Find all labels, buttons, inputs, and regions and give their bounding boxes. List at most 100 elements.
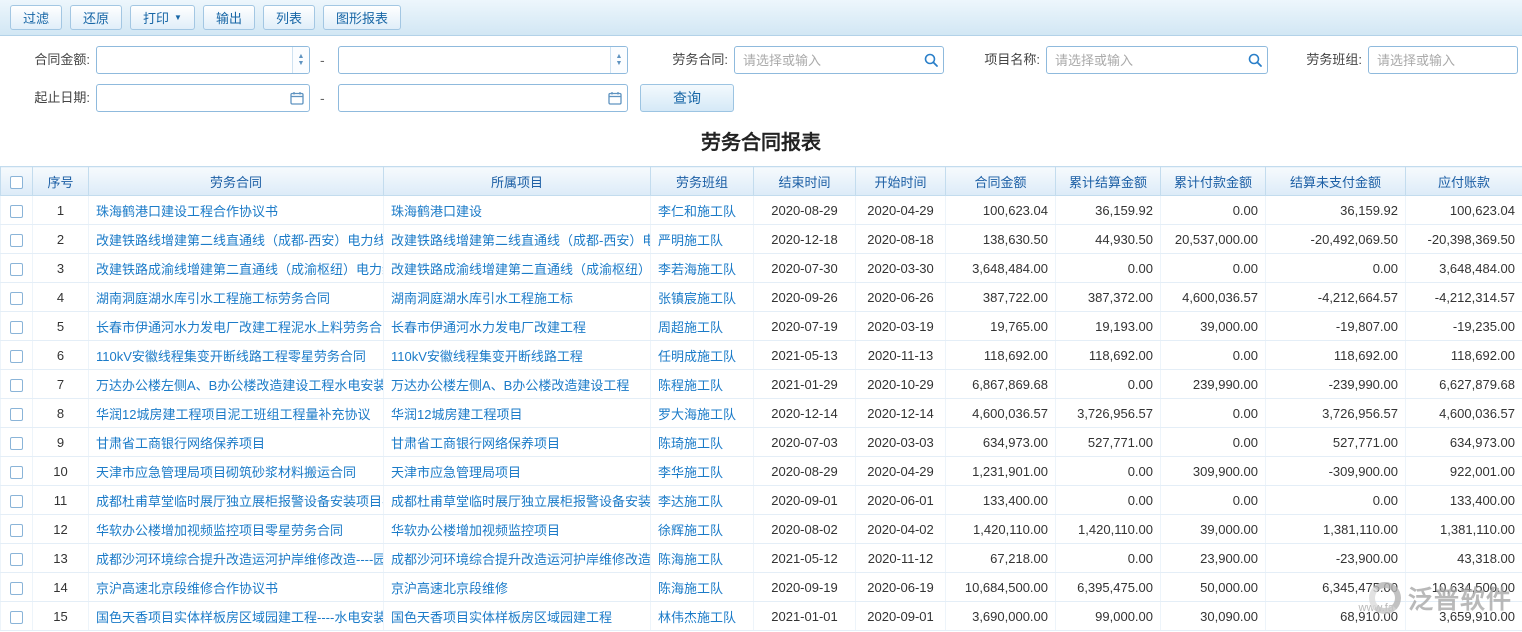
contract-link[interactable]: 成都沙河环境综合提升改造运河护岸维修改造----园 — [89, 544, 384, 573]
project-link[interactable]: 改建铁路成渝线增建第二直通线（成渝枢纽） — [384, 254, 651, 283]
contract-link[interactable]: 国色天香项目实体样板房区域园建工程----水电安装 — [89, 602, 384, 631]
amount-max-stepper[interactable]: ▲ ▼ — [610, 47, 627, 73]
header-labor-contract[interactable]: 劳务合同 — [89, 167, 384, 196]
filter-button[interactable]: 过滤 — [10, 5, 62, 30]
header-contract-amount[interactable]: 合同金额 — [946, 167, 1056, 196]
project-link[interactable]: 甘肃省工商银行网络保养项目 — [384, 428, 651, 457]
export-button[interactable]: 输出 — [203, 5, 255, 30]
payable-value: 3,659,910.00 — [1406, 602, 1522, 631]
header-unpaid-amount[interactable]: 结算未支付金额 — [1266, 167, 1406, 196]
project-name-input[interactable] — [1046, 46, 1268, 74]
list-view-button[interactable]: 列表 — [263, 5, 315, 30]
team-link[interactable]: 陈海施工队 — [651, 573, 754, 602]
contract-link[interactable]: 珠海鹤港口建设工程合作协议书 — [89, 196, 384, 225]
project-link[interactable]: 华软办公楼增加视频监控项目 — [384, 515, 651, 544]
contract-link[interactable]: 甘肃省工商银行网络保养项目 — [89, 428, 384, 457]
project-link[interactable]: 成都杜甫草堂临时展厅独立展柜报警设备安装 — [384, 486, 651, 515]
header-start-date[interactable]: 开始时间 — [856, 167, 946, 196]
team-link[interactable]: 李仁和施工队 — [651, 196, 754, 225]
team-link[interactable]: 张镇宸施工队 — [651, 283, 754, 312]
team-link[interactable]: 陈海施工队 — [651, 544, 754, 573]
team-link[interactable]: 任明成施工队 — [651, 341, 754, 370]
amount-max-input[interactable] — [338, 46, 628, 74]
row-checkbox[interactable] — [10, 350, 23, 363]
team-link[interactable]: 徐辉施工队 — [651, 515, 754, 544]
project-link[interactable]: 京沪高速北京段维修 — [384, 573, 651, 602]
row-checkbox[interactable] — [10, 408, 23, 421]
team-link[interactable]: 周超施工队 — [651, 312, 754, 341]
amount-min-input[interactable] — [96, 46, 310, 74]
row-checkbox[interactable] — [10, 524, 23, 537]
query-button[interactable]: 查询 — [640, 84, 734, 112]
project-link[interactable]: 湖南洞庭湖水库引水工程施工标 — [384, 283, 651, 312]
table-row: 7 万达办公楼左侧A、B办公楼改造建设工程水电安装 万达办公楼左侧A、B办公楼改… — [1, 370, 1522, 399]
row-checkbox[interactable] — [10, 553, 23, 566]
header-paid-amount[interactable]: 累计付款金额 — [1161, 167, 1266, 196]
project-link[interactable]: 成都沙河环境综合提升改造运河护岸维修改造 — [384, 544, 651, 573]
project-link[interactable]: 改建铁路线增建第二线直通线（成都-西安）电 — [384, 225, 651, 254]
contract-link[interactable]: 华润12城房建工程项目泥工班组工程量补充协议 — [89, 399, 384, 428]
contract-link[interactable]: 万达办公楼左侧A、B办公楼改造建设工程水电安装 — [89, 370, 384, 399]
contract-link[interactable]: 天津市应急管理局项目砌筑砂浆材料搬运合同 — [89, 457, 384, 486]
team-link[interactable]: 李若海施工队 — [651, 254, 754, 283]
project-link[interactable]: 110kV安徽线程集变开断线路工程 — [384, 341, 651, 370]
payable-value: 3,648,484.00 — [1406, 254, 1522, 283]
contract-link[interactable]: 京沪高速北京段维修合作协议书 — [89, 573, 384, 602]
team-link[interactable]: 李达施工队 — [651, 486, 754, 515]
header-index[interactable]: 序号 — [33, 167, 89, 196]
calendar-icon[interactable] — [289, 90, 305, 106]
header-payable[interactable]: 应付账款 — [1406, 167, 1522, 196]
contract-link[interactable]: 改建铁路线增建第二线直通线（成都-西安）电力线 — [89, 225, 384, 254]
project-link[interactable]: 华润12城房建工程项目 — [384, 399, 651, 428]
search-icon[interactable] — [1247, 52, 1263, 68]
project-link[interactable]: 珠海鹤港口建设 — [384, 196, 651, 225]
labor-team-input[interactable] — [1368, 46, 1518, 74]
labor-contract-input[interactable] — [734, 46, 944, 74]
search-icon[interactable] — [923, 52, 939, 68]
header-end-date[interactable]: 结束时间 — [754, 167, 856, 196]
header-settled-amount[interactable]: 累计结算金额 — [1056, 167, 1161, 196]
contract-link[interactable]: 成都杜甫草堂临时展厅独立展柜报警设备安装项目零 — [89, 486, 384, 515]
team-link[interactable]: 陈程施工队 — [651, 370, 754, 399]
row-checkbox[interactable] — [10, 205, 23, 218]
row-checkbox[interactable] — [10, 495, 23, 508]
team-link[interactable]: 李华施工队 — [651, 457, 754, 486]
restore-button[interactable]: 还原 — [70, 5, 122, 30]
contract-link[interactable]: 改建铁路成渝线增建第二直通线（成渝枢纽）电力线 — [89, 254, 384, 283]
print-button[interactable]: 打印 ▼ — [130, 5, 195, 30]
chart-report-button-label: 图形报表 — [336, 8, 388, 27]
contract-link[interactable]: 湖南洞庭湖水库引水工程施工标劳务合同 — [89, 283, 384, 312]
settled-amount-value: 0.00 — [1056, 457, 1161, 486]
row-checkbox[interactable] — [10, 582, 23, 595]
row-checkbox[interactable] — [10, 437, 23, 450]
row-checkbox[interactable] — [10, 379, 23, 392]
amount-min-stepper[interactable]: ▲ ▼ — [292, 47, 309, 73]
project-link[interactable]: 国色天香项目实体样板房区域园建工程 — [384, 602, 651, 631]
row-checkbox[interactable] — [10, 263, 23, 276]
project-link[interactable]: 天津市应急管理局项目 — [384, 457, 651, 486]
paid-amount-value: 20,537,000.00 — [1161, 225, 1266, 254]
project-link[interactable]: 万达办公楼左侧A、B办公楼改造建设工程 — [384, 370, 651, 399]
row-checkbox[interactable] — [10, 234, 23, 247]
row-checkbox[interactable] — [10, 321, 23, 334]
end-date-input[interactable] — [338, 84, 628, 112]
calendar-icon[interactable] — [607, 90, 623, 106]
settled-amount-value: 527,771.00 — [1056, 428, 1161, 457]
header-project[interactable]: 所属项目 — [384, 167, 651, 196]
contract-link[interactable]: 华软办公楼增加视频监控项目零星劳务合同 — [89, 515, 384, 544]
team-link[interactable]: 严明施工队 — [651, 225, 754, 254]
team-link[interactable]: 罗大海施工队 — [651, 399, 754, 428]
team-link[interactable]: 林伟杰施工队 — [651, 602, 754, 631]
chart-report-button[interactable]: 图形报表 — [323, 5, 401, 30]
row-checkbox[interactable] — [10, 611, 23, 624]
row-checkbox[interactable] — [10, 292, 23, 305]
start-date-input[interactable] — [96, 84, 310, 112]
row-checkbox[interactable] — [10, 466, 23, 479]
row-checkbox-cell — [1, 370, 33, 399]
contract-link[interactable]: 长春市伊通河水力发电厂改建工程泥水上料劳务合同 — [89, 312, 384, 341]
team-link[interactable]: 陈琦施工队 — [651, 428, 754, 457]
header-labor-team[interactable]: 劳务班组 — [651, 167, 754, 196]
select-all-checkbox[interactable] — [10, 176, 23, 189]
project-link[interactable]: 长春市伊通河水力发电厂改建工程 — [384, 312, 651, 341]
contract-link[interactable]: 110kV安徽线程集变开断线路工程零星劳务合同 — [89, 341, 384, 370]
